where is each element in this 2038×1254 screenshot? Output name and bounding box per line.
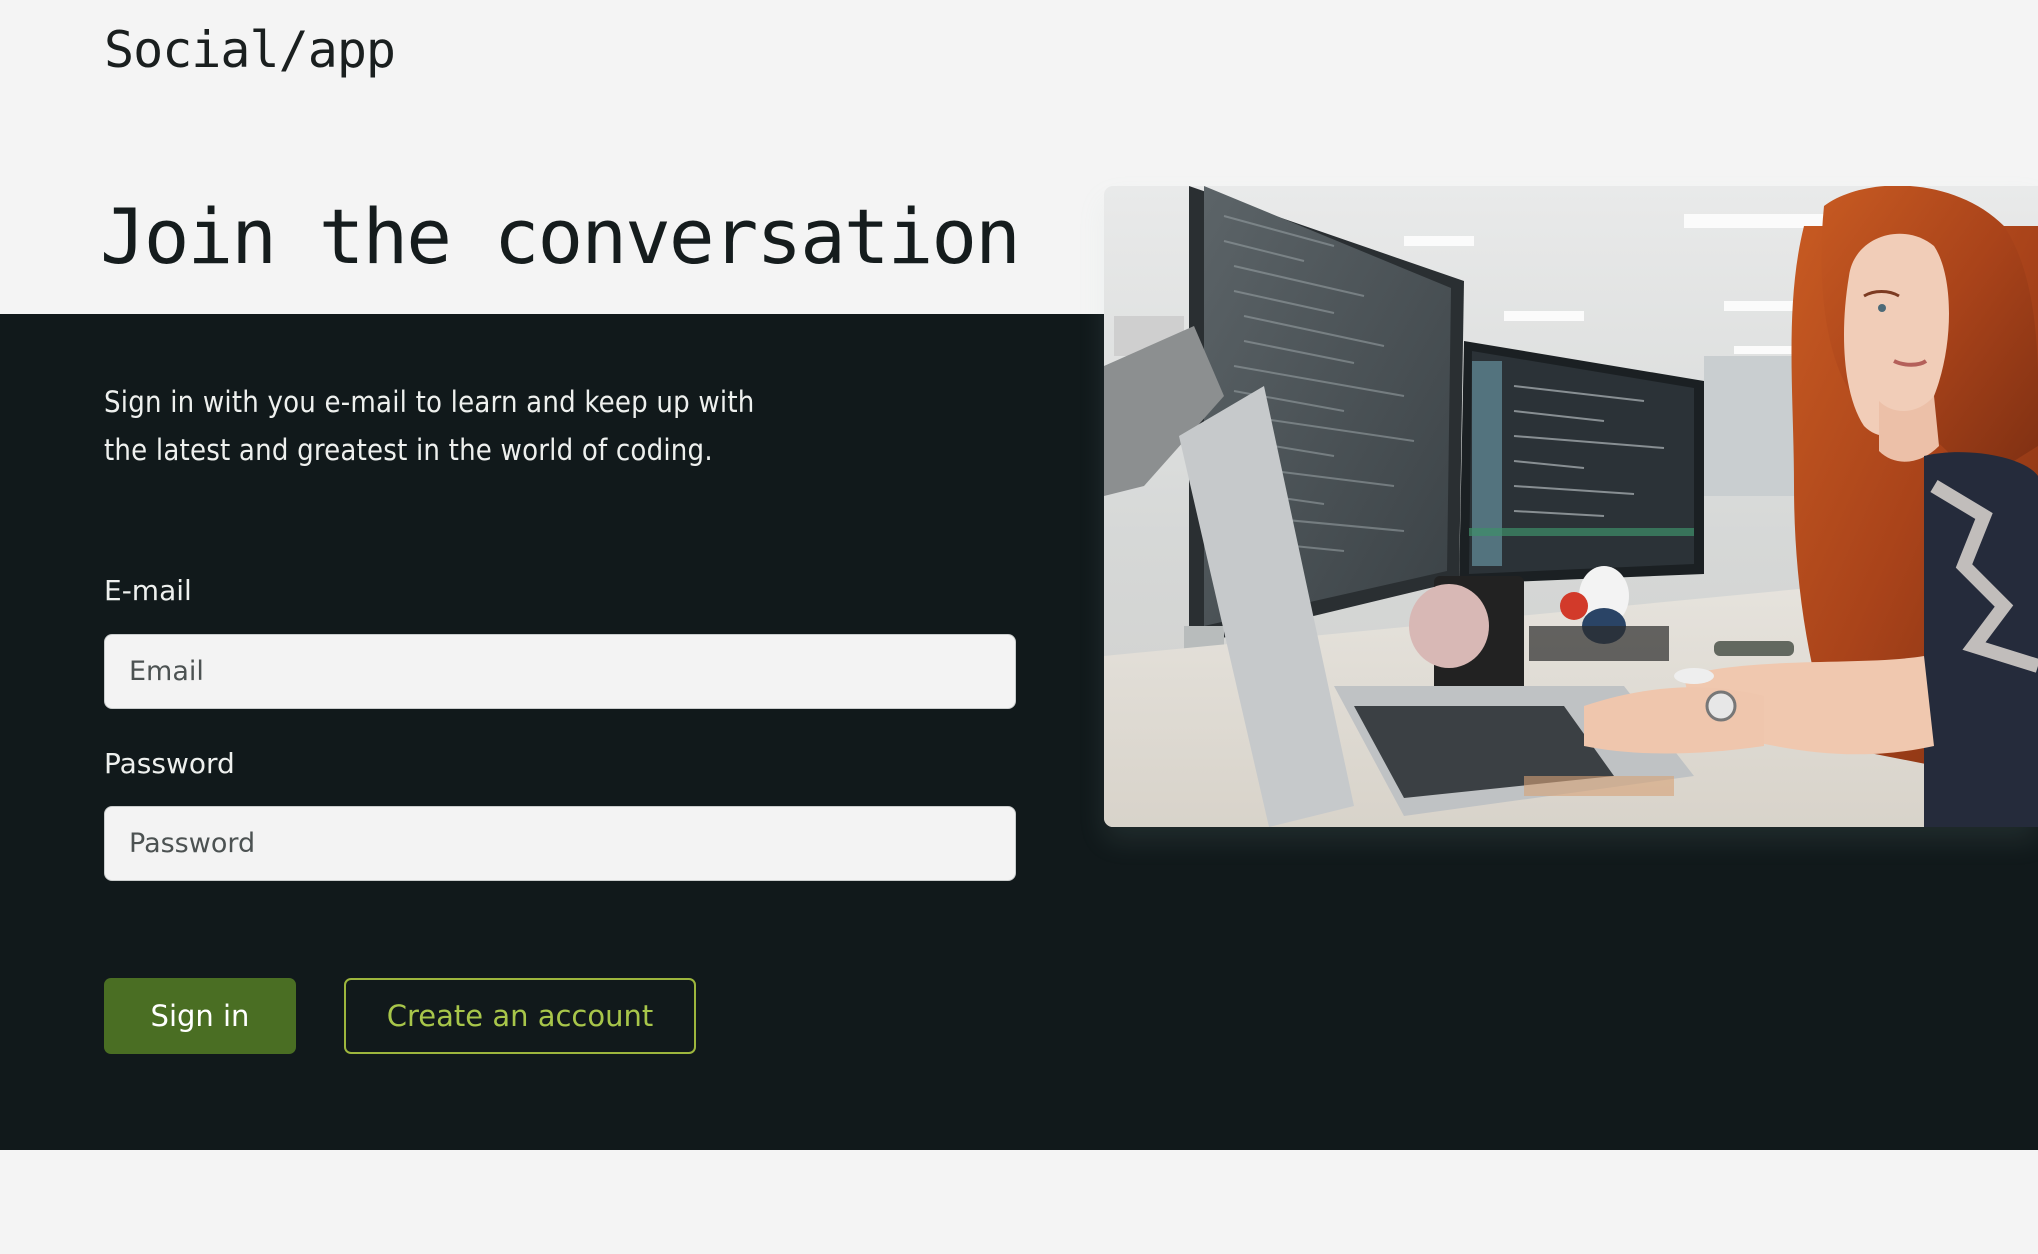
password-label: Password (104, 747, 235, 780)
app-logo[interactable]: Social/app (104, 16, 396, 84)
sign-in-button[interactable]: Sign in (104, 978, 296, 1054)
create-account-button[interactable]: Create an account (344, 978, 696, 1054)
intro-text: Sign in with you e-mail to learn and kee… (104, 385, 755, 467)
password-field[interactable] (104, 806, 1016, 881)
page-title: Join the conversation (100, 192, 1021, 281)
email-field[interactable] (104, 634, 1016, 709)
email-label: E-mail (104, 574, 192, 607)
hero-image (1104, 186, 2038, 827)
